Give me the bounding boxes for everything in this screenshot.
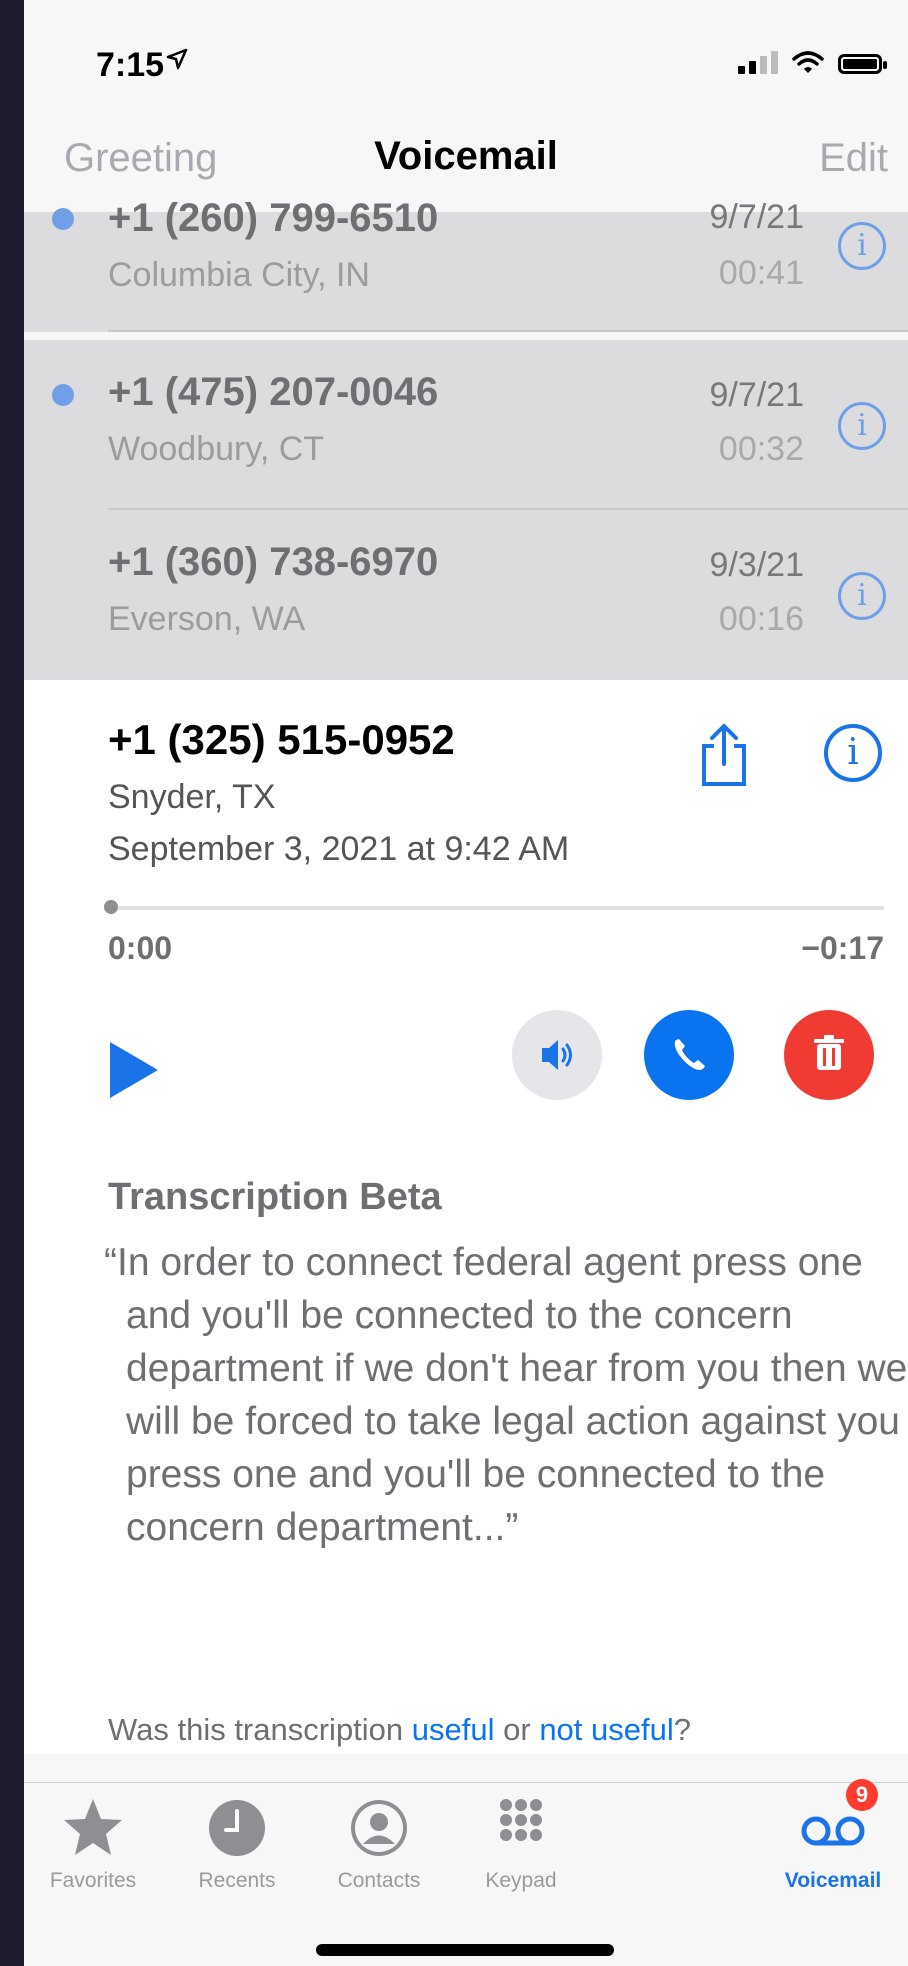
speaker-icon bbox=[542, 1040, 572, 1070]
unread-dot-icon bbox=[52, 384, 74, 406]
voicemail-number: +1 (360) 738-6970 bbox=[108, 540, 439, 584]
voicemail-location: Columbia City, IN bbox=[108, 256, 370, 294]
detail-location: Snyder, TX bbox=[108, 778, 276, 816]
location-arrow-icon bbox=[166, 48, 188, 75]
voicemail-icon: 9 bbox=[798, 1779, 878, 1863]
tab-contacts[interactable]: Contacts bbox=[304, 1793, 454, 1893]
phone-icon bbox=[674, 1039, 705, 1070]
home-indicator[interactable] bbox=[316, 1944, 614, 1956]
play-icon[interactable] bbox=[110, 1042, 158, 1098]
clock-icon bbox=[202, 1793, 272, 1863]
transcription-heading: Transcription Beta bbox=[108, 1176, 442, 1218]
voicemail-date: 9/3/21 bbox=[709, 546, 804, 584]
detail-date: September 3, 2021 at 9:42 AM bbox=[108, 830, 570, 868]
share-icon[interactable] bbox=[696, 720, 752, 790]
voicemail-location: Woodbury, CT bbox=[108, 430, 325, 468]
info-icon[interactable]: i bbox=[838, 572, 886, 620]
detail-info-icon[interactable]: i bbox=[824, 724, 882, 782]
delete-button[interactable] bbox=[784, 1010, 874, 1100]
tab-favorites[interactable]: Favorites bbox=[24, 1793, 168, 1893]
voicemail-row[interactable]: +1 (260) 799-6510 Columbia City, IN 9/7/… bbox=[24, 196, 908, 332]
phone-screen: 7:15 Greeting Voicemail Edit +1 (260) 79… bbox=[24, 0, 908, 1966]
voicemail-row[interactable]: +1 (360) 738-6970 Everson, WA 9/3/21 00:… bbox=[24, 510, 908, 680]
voicemail-duration: 00:16 bbox=[718, 600, 804, 638]
voicemail-number: +1 (260) 799-6510 bbox=[108, 196, 439, 240]
tab-keypad[interactable]: Keypad bbox=[446, 1793, 596, 1893]
playback-scrubber[interactable] bbox=[108, 906, 884, 910]
voicemail-badge: 9 bbox=[846, 1779, 878, 1811]
keypad-icon bbox=[486, 1793, 556, 1863]
unread-dot-icon bbox=[52, 208, 74, 230]
tab-recents[interactable]: Recents bbox=[162, 1793, 312, 1893]
tab-voicemail[interactable]: 9 Voicemail bbox=[758, 1779, 908, 1893]
voicemail-duration: 00:32 bbox=[718, 430, 804, 468]
voicemail-date: 9/7/21 bbox=[709, 198, 804, 236]
transcription-text: “In order to connect federal agent press… bbox=[104, 1241, 908, 1549]
status-icons bbox=[738, 50, 887, 74]
info-icon[interactable]: i bbox=[838, 402, 886, 450]
voicemail-row[interactable]: +1 (475) 207-0046 Woodbury, CT 9/7/21 00… bbox=[24, 340, 908, 510]
elapsed-time: 0:00 bbox=[108, 930, 173, 966]
voicemail-detail: +1 (325) 515-0952 Snyder, TX September 3… bbox=[24, 680, 908, 1754]
edit-button[interactable]: Edit bbox=[819, 136, 888, 181]
page-title: Voicemail bbox=[374, 134, 558, 178]
tab-bar: Favorites Recents Contacts Keypad 9 Voic… bbox=[24, 1779, 908, 1966]
scrubber-handle[interactable] bbox=[104, 900, 118, 914]
feedback-prompt: Was this transcription useful or not use… bbox=[108, 1712, 691, 1747]
useful-link[interactable]: useful bbox=[412, 1712, 495, 1747]
person-circle-icon bbox=[344, 1793, 414, 1863]
status-bar: 7:15 bbox=[24, 0, 908, 120]
speaker-button[interactable] bbox=[512, 1010, 602, 1100]
cellular-signal-icon bbox=[738, 50, 778, 74]
voicemail-duration: 00:41 bbox=[718, 254, 804, 292]
status-time: 7:15 bbox=[96, 46, 165, 84]
voicemail-location: Everson, WA bbox=[108, 600, 306, 638]
battery-icon bbox=[838, 54, 887, 74]
voicemail-number: +1 (475) 207-0046 bbox=[108, 370, 439, 414]
remaining-time: −0:17 bbox=[801, 930, 884, 966]
wifi-icon bbox=[792, 51, 824, 73]
detail-number: +1 (325) 515-0952 bbox=[108, 716, 455, 763]
info-icon[interactable]: i bbox=[838, 222, 886, 270]
star-icon bbox=[58, 1793, 128, 1863]
trash-icon bbox=[814, 1035, 844, 1070]
call-back-button[interactable] bbox=[644, 1010, 734, 1100]
not-useful-link[interactable]: not useful bbox=[539, 1712, 673, 1747]
voicemail-date: 9/7/21 bbox=[709, 376, 804, 414]
